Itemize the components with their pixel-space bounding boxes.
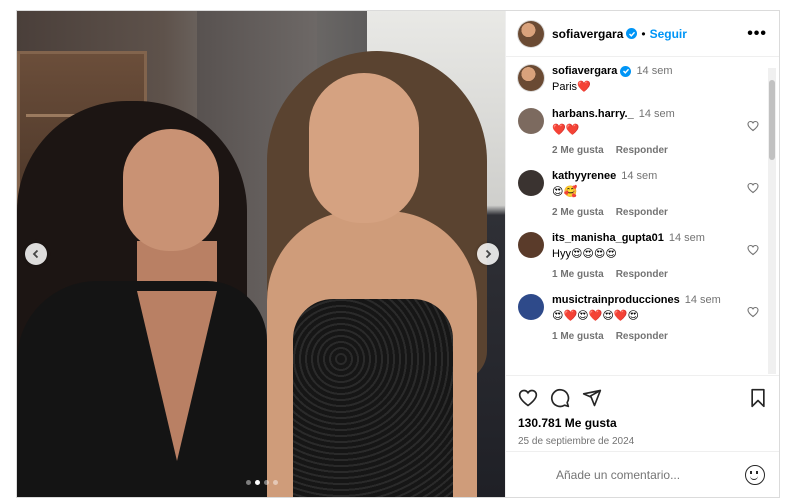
comment-likes[interactable]: 1 Me gusta [552,269,604,280]
follow-button[interactable]: Seguir [650,27,687,41]
post-date[interactable]: 25 de septiembre de 2024 [518,436,767,447]
heart-icon[interactable] [518,388,538,408]
comment-text: Hyy😍😍😍😍 [552,248,617,260]
heart-icon[interactable] [747,120,759,132]
carousel-dot [264,480,269,485]
heart-icon[interactable] [747,182,759,194]
carousel-dot [255,480,260,485]
woman-left-face [123,129,219,251]
action-bar: 130.781 Me gusta 25 de septiembre de 202… [506,375,779,447]
comments-list[interactable]: sofiavergara 14 sem Paris❤️ harbans.harr… [506,57,779,365]
bookmark-icon[interactable] [749,388,767,408]
lace-corset [293,299,453,497]
author-username[interactable]: sofiavergara [552,27,623,41]
emoji-icon[interactable] [745,464,765,485]
comment-username[interactable]: kathyyrenee [552,170,616,182]
comment-item: its_manisha_gupta01 14 sem Hyy😍😍😍😍 1 Me gus… [518,232,759,280]
caption: sofiavergara 14 sem Paris❤️ [518,65,759,94]
woman-right-face [309,73,419,223]
comment-composer [506,451,779,497]
likes-count[interactable]: 130.781 Me gusta [518,416,767,430]
author-avatar[interactable] [518,20,544,47]
commenter-avatar[interactable] [518,108,544,134]
comment-time[interactable]: 14 sem [685,294,721,306]
comment-time[interactable]: 14 sem [639,108,675,120]
comment-item: musictrainproducciones 14 sem 😍❤️😍❤️😍❤️😍 1 … [518,294,759,342]
comment-username[interactable]: its_manisha_gupta01 [552,232,664,244]
comment-time[interactable]: 14 sem [669,232,705,244]
post-photo[interactable] [17,11,505,497]
heart-icon[interactable] [747,244,759,256]
comment-thread: harbans.harry._ 14 sem ❤️❤️ 2 Me gusta Respo… [518,108,759,342]
post-sidebar: sofiavergara • Seguir ••• sofiavergara 1… [505,11,779,497]
comment-likes[interactable]: 2 Me gusta [552,145,604,156]
reply-button[interactable]: Responder [616,331,668,342]
comment-likes[interactable]: 1 Me gusta [552,331,604,342]
carousel-next-button[interactable] [477,243,499,265]
comment-input[interactable] [556,467,745,482]
post-header: sofiavergara • Seguir ••• [506,11,779,57]
more-icon[interactable]: ••• [747,25,767,43]
scrollbar-thumb[interactable] [769,80,775,160]
comments-scrollbar[interactable] [768,68,776,374]
reply-button[interactable]: Responder [616,145,668,156]
caption-time[interactable]: 14 sem [636,65,672,77]
carousel-dot [273,480,278,485]
separator-dot: • [641,26,646,41]
commenter-avatar[interactable] [518,294,544,320]
verified-badge-icon [620,65,632,77]
comment-text: 😍❤️😍❤️😍❤️😍 [552,310,639,322]
comment-likes[interactable]: 2 Me gusta [552,207,604,218]
blazer-neckline [137,291,217,461]
comment-item: harbans.harry._ 14 sem ❤️❤️ 2 Me gusta Respo… [518,108,759,156]
post-modal: sofiavergara • Seguir ••• sofiavergara 1… [16,10,780,498]
chevron-right-icon [485,249,492,259]
comment-text: 😍🥰 [552,186,578,198]
caption-text: Paris❤️ [552,81,591,93]
comment-text: ❤️❤️ [552,124,580,136]
comment-username[interactable]: musictrainproducciones [552,294,680,306]
carousel-dots [246,480,278,485]
caption-username[interactable]: sofiavergara [552,65,617,77]
comment-item: kathyyrenee 14 sem 😍🥰 2 Me gusta Responder [518,170,759,218]
chevron-left-icon [32,249,39,259]
commenter-avatar[interactable] [518,170,544,196]
verified-badge-icon [626,28,638,39]
comment-icon[interactable] [550,388,570,408]
commenter-avatar[interactable] [518,232,544,258]
heart-icon[interactable] [747,306,759,318]
share-icon[interactable] [582,388,602,408]
carousel-prev-button[interactable] [25,243,47,265]
carousel-dot [246,480,251,485]
reply-button[interactable]: Responder [616,207,668,218]
author-avatar[interactable] [518,65,544,91]
comment-username[interactable]: harbans.harry._ [552,108,634,120]
reply-button[interactable]: Responder [616,269,668,280]
comment-time[interactable]: 14 sem [621,170,657,182]
